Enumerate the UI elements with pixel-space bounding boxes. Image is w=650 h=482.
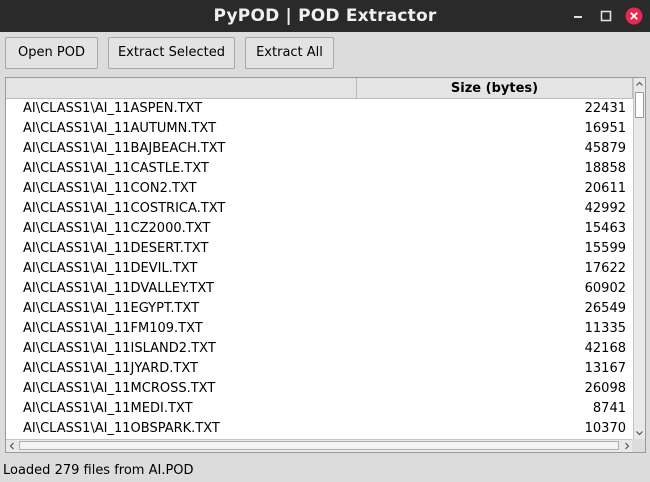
table-row[interactable]: AI\CLASS1\AI_11CON2.TXT 20611 [6,179,633,199]
table-row[interactable]: AI\CLASS1\AI_11CZ2000.TXT 15463 [6,219,633,239]
table-row[interactable]: AI\CLASS1\AI_11JYARD.TXT 13167 [6,359,633,379]
table-row[interactable]: AI\CLASS1\AI_11ASPEN.TXT 22431 [6,99,633,119]
horizontal-scroll-thumb[interactable] [19,441,619,450]
file-name: AI\CLASS1\AI_11DEVIL.TXT [23,261,198,276]
table-row[interactable]: AI\CLASS1\AI_11AUTUMN.TXT 16951 [6,119,633,139]
table-row[interactable]: AI\CLASS1\AI_11DVALLEY.TXT 60902 [6,279,633,299]
file-size: 42992 [584,201,626,216]
scroll-up-icon[interactable] [634,78,645,90]
file-name: AI\CLASS1\AI_11CZ2000.TXT [23,221,211,236]
file-name: AI\CLASS1\AI_11EGYPT.TXT [23,301,200,316]
file-size: 26549 [584,301,626,316]
table-row[interactable]: AI\CLASS1\AI_11COSTRICA.TXT 42992 [6,199,633,219]
table-row[interactable]: AI\CLASS1\AI_11BAJBEACH.TXT 45879 [6,139,633,159]
file-size: 60902 [584,281,626,296]
table-row[interactable]: AI\CLASS1\AI_11MEDI.TXT 8741 [6,399,633,419]
file-name: AI\CLASS1\AI_11COSTRICA.TXT [23,201,226,216]
scroll-left-icon[interactable] [6,440,18,452]
table-row[interactable]: AI\CLASS1\AI_11MCROSS.TXT 26098 [6,379,633,399]
maximize-icon[interactable] [597,7,615,25]
column-header-name[interactable] [6,78,357,99]
file-size: 20611 [584,181,626,196]
file-size: 17622 [584,261,626,276]
column-header-size[interactable]: Size (bytes) [357,78,633,99]
file-name: AI\CLASS1\AI_11MCROSS.TXT [23,381,216,396]
file-list[interactable]: Size (bytes) AI\CLASS1\AI_11ASPEN.TXT 224… [5,77,646,453]
status-bar-text: Loaded 279 files from AI.POD [3,463,194,478]
table-row[interactable]: AI\CLASS1\AI_11EGYPT.TXT 26549 [6,299,633,319]
table-row[interactable]: AI\CLASS1\AI_11OBSPARK.TXT 10370 [6,419,633,439]
file-size: 16951 [584,121,626,136]
file-name: AI\CLASS1\AI_11ISLAND2.TXT [23,341,216,356]
open-pod-button[interactable]: Open POD [5,37,98,69]
file-name: AI\CLASS1\AI_11CON2.TXT [23,181,197,196]
table-row[interactable]: AI\CLASS1\AI_11CASTLE.TXT 18858 [6,159,633,179]
scroll-down-icon[interactable] [634,427,645,439]
table-row[interactable]: AI\CLASS1\AI_11ISLAND2.TXT 42168 [6,339,633,359]
file-size: 15463 [584,221,626,236]
vertical-scrollbar[interactable] [633,78,645,439]
file-name: AI\CLASS1\AI_11JYARD.TXT [23,361,198,376]
extract-all-button[interactable]: Extract All [245,37,334,69]
file-name: AI\CLASS1\AI_11DVALLEY.TXT [23,281,214,296]
scrollbar-corner [632,439,645,452]
file-size: 15599 [584,241,626,256]
file-name: AI\CLASS1\AI_11OBSPARK.TXT [23,421,220,436]
file-name: AI\CLASS1\AI_11ASPEN.TXT [23,101,203,116]
file-size: 8741 [592,401,626,416]
file-size: 18858 [584,161,626,176]
file-rows: AI\CLASS1\AI_11ASPEN.TXT 22431 AI\CLASS1\… [6,99,633,439]
file-size: 11335 [584,321,626,336]
window-title: PyPOD | POD Extractor [213,6,437,26]
minimize-icon[interactable] [569,7,587,25]
file-size: 13167 [584,361,626,376]
file-name: AI\CLASS1\AI_11AUTUMN.TXT [23,121,217,136]
file-size: 10370 [584,421,626,436]
file-size: 22431 [584,101,626,116]
table-row[interactable]: AI\CLASS1\AI_11DESERT.TXT 15599 [6,239,633,259]
table-row[interactable]: AI\CLASS1\AI_11DEVIL.TXT 17622 [6,259,633,279]
file-size: 45879 [584,141,626,156]
table-row[interactable]: AI\CLASS1\AI_11FM109.TXT 11335 [6,319,633,339]
file-name: AI\CLASS1\AI_11MEDI.TXT [23,401,193,416]
extract-selected-button[interactable]: Extract Selected [108,37,235,69]
file-name: AI\CLASS1\AI_11CASTLE.TXT [23,161,209,176]
file-name: AI\CLASS1\AI_11FM109.TXT [23,321,203,336]
file-size: 26098 [584,381,626,396]
file-size: 42168 [584,341,626,356]
title-bar: PyPOD | POD Extractor [0,0,650,32]
file-name: AI\CLASS1\AI_11DESERT.TXT [23,241,209,256]
vertical-scroll-thumb[interactable] [635,92,644,118]
file-name: AI\CLASS1\AI_11BAJBEACH.TXT [23,141,226,156]
close-icon[interactable] [625,7,643,25]
horizontal-scrollbar[interactable] [6,439,633,452]
